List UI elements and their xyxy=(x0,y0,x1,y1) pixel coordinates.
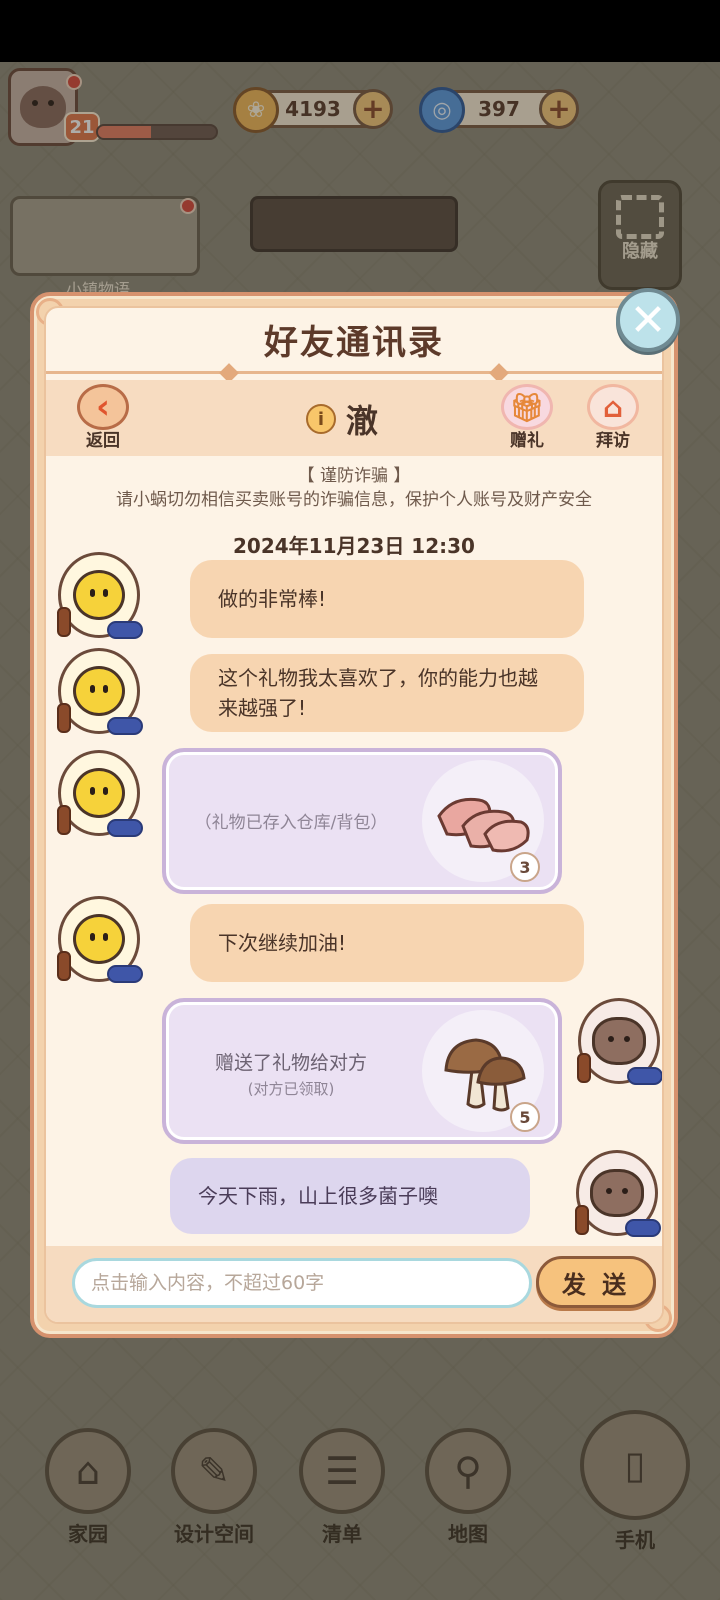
gift-button[interactable]: 🎁︎ 赠礼 xyxy=(492,384,562,451)
violin-icon xyxy=(575,1205,589,1235)
chat-bubble-left: 下次继续加油! xyxy=(190,904,584,982)
flower-decoration-icon xyxy=(107,819,143,837)
fraud-warning-body: 请小蜗切勿相信买卖账号的诈骗信息，保护个人账号及财产安全 xyxy=(116,490,592,510)
violin-icon xyxy=(57,703,71,733)
gift-label: 赠礼 xyxy=(510,431,544,451)
message-text: 这个礼物我太喜欢了，你的能力也越来越强了! xyxy=(218,666,538,720)
fraud-warning-title: 【 谨防诈骗 】 xyxy=(297,466,411,486)
dog-avatar-icon xyxy=(592,1017,646,1065)
visit-label: 拜访 xyxy=(596,431,630,451)
dialog-title-bar: 好友通讯录 xyxy=(46,308,662,374)
friend-header: ‹ 返回 i 澈 🎁︎ 赠礼 ⌂ 拜访 xyxy=(46,380,662,456)
dog-avatar-icon xyxy=(590,1169,644,1217)
friend-name: 澈 xyxy=(346,402,379,440)
visit-button[interactable]: ⌂ 拜访 xyxy=(578,384,648,451)
violin-icon xyxy=(577,1053,591,1083)
gift-card-received[interactable]: （礼物已存入仓库/背包） 3 xyxy=(162,748,562,894)
fraud-warning: 【 谨防诈骗 】 请小蜗切勿相信买卖账号的诈骗信息，保护个人账号及财产安全 xyxy=(46,464,662,512)
gift-status-subtext: (对方已领取) xyxy=(247,1080,335,1098)
friend-avatar[interactable] xyxy=(57,750,143,837)
violin-icon xyxy=(57,951,71,981)
house-arrow-icon: ⌂ xyxy=(587,384,639,430)
flower-decoration-icon xyxy=(107,621,143,639)
close-icon: ✕ xyxy=(629,294,667,346)
flower-decoration-icon xyxy=(625,1219,661,1237)
dialog-body: 好友通讯录 ‹ 返回 i 澈 🎁︎ 赠礼 ⌂ 拜访 【 谨防诈骗 】 请小蜗切勿… xyxy=(44,306,664,1324)
violin-icon xyxy=(57,805,71,835)
item-count-badge: 3 xyxy=(510,852,540,882)
chat-timestamp: 2024年11月23日 12:30 xyxy=(233,534,475,558)
gift-card-sent[interactable]: 赠送了礼物给对方 (对方已领取) 5 xyxy=(162,998,562,1144)
friend-name-row: i 澈 xyxy=(306,396,378,442)
flower-decoration-icon xyxy=(627,1067,662,1085)
gift-status-text: （礼物已存入仓库/背包） xyxy=(194,813,388,833)
chevron-left-icon: ‹ xyxy=(77,384,129,430)
chat-input-bar: 发 送 xyxy=(46,1246,662,1322)
message-text: 下次继续加油! xyxy=(218,931,347,955)
close-dialog-button[interactable]: ✕ xyxy=(616,288,680,352)
friend-avatar[interactable] xyxy=(57,552,143,639)
chat-bubble-left: 做的非常棒! xyxy=(190,560,584,638)
bee-icon xyxy=(73,570,125,620)
chat-bubble-right: 今天下雨，山上很多菌子噢 xyxy=(170,1158,530,1234)
message-text: 做的非常棒! xyxy=(218,587,327,611)
gift-box-icon: 🎁︎ xyxy=(501,384,553,430)
violin-icon xyxy=(57,607,71,637)
back-label: 返回 xyxy=(86,431,120,451)
my-avatar[interactable] xyxy=(575,1150,661,1237)
my-avatar[interactable] xyxy=(577,998,662,1085)
gift-status-text: 赠送了礼物给对方 xyxy=(214,1052,367,1074)
friend-avatar[interactable] xyxy=(57,896,143,983)
status-bar xyxy=(0,0,720,62)
bee-icon xyxy=(73,914,125,964)
message-text: 今天下雨，山上很多菌子噢 xyxy=(198,1184,438,1208)
dialog-title: 好友通讯录 xyxy=(264,323,444,363)
chat-input[interactable] xyxy=(72,1258,532,1308)
flower-decoration-icon xyxy=(107,717,143,735)
item-count-badge: 5 xyxy=(510,1102,540,1132)
bee-icon xyxy=(73,666,125,716)
send-button[interactable]: 发 送 xyxy=(536,1256,656,1308)
bee-icon xyxy=(73,768,125,818)
friend-avatar[interactable] xyxy=(57,648,143,735)
chat-bubble-left: 这个礼物我太喜欢了，你的能力也越来越强了! xyxy=(190,654,584,732)
friend-contacts-dialog: 好友通讯录 ‹ 返回 i 澈 🎁︎ 赠礼 ⌂ 拜访 【 谨防诈骗 】 请小蜗切勿… xyxy=(30,292,678,1338)
flower-decoration-icon xyxy=(107,965,143,983)
back-button[interactable]: ‹ 返回 xyxy=(68,384,138,451)
info-icon[interactable]: i xyxy=(306,404,336,434)
